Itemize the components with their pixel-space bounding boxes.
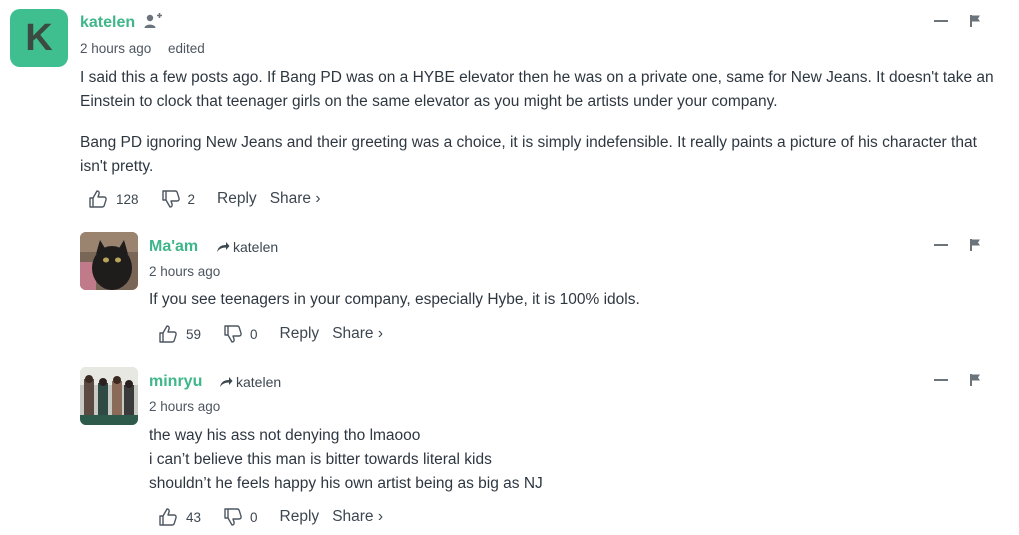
thumbs-up-icon (89, 190, 107, 208)
comment-actions: 59 0 Reply Share › (158, 324, 383, 344)
comment-line: i can’t believe this man is bitter towar… (149, 451, 492, 468)
thumbs-down-icon (224, 325, 242, 343)
comment-paragraph: Bang PD ignoring New Jeans and their gre… (80, 134, 977, 175)
reply-to[interactable]: katelen (216, 239, 278, 255)
comment-controls (934, 238, 982, 252)
thumbs-down-icon (224, 508, 242, 526)
reply-to-user: katelen (233, 239, 279, 255)
comment-actions: 43 0 Reply Share › (158, 507, 383, 527)
comment-actions: 128 2 Reply Share › (88, 189, 321, 209)
upvote-count: 43 (186, 509, 202, 525)
downvote-button[interactable]: 2 (161, 189, 196, 209)
reply-arrow-icon (220, 377, 233, 387)
downvote-count: 0 (250, 509, 258, 525)
edited-label: edited (168, 41, 205, 56)
downvote-button[interactable]: 0 (223, 324, 258, 344)
avatar[interactable]: K (10, 9, 68, 67)
downvote-button[interactable]: 0 (223, 507, 258, 527)
comment-line: the way his ass not denying tho lmaooo (149, 427, 421, 444)
downvote-count: 2 (187, 191, 196, 207)
upvote-button[interactable]: 43 (158, 507, 201, 527)
share-button[interactable]: Share › (332, 508, 383, 526)
upvote-count: 128 (116, 191, 139, 207)
comment-body: I said this a few posts ago. If Bang PD … (80, 66, 1005, 179)
flag-icon[interactable] (970, 373, 982, 387)
reply-button[interactable]: Reply (280, 508, 320, 526)
comment-line: shouldn’t he feels happy his own artist … (149, 475, 543, 492)
comment-body: If you see teenagers in your company, es… (149, 288, 999, 312)
collapse-icon[interactable] (934, 379, 948, 381)
comment-controls (934, 373, 982, 387)
flag-icon[interactable] (970, 14, 982, 28)
author-name[interactable]: Ma'am (149, 238, 198, 256)
upvote-count: 59 (186, 326, 202, 342)
reply-to[interactable]: katelen (219, 374, 281, 390)
reply-button[interactable]: Reply (280, 325, 320, 343)
timestamp[interactable]: 2 hours ago (80, 41, 151, 56)
follow-user-icon[interactable] (143, 12, 163, 35)
comment-paragraph: I said this a few posts ago. If Bang PD … (80, 69, 994, 110)
collapse-icon[interactable] (934, 244, 948, 246)
thumbs-down-icon (161, 190, 180, 208)
avatar[interactable] (80, 232, 138, 290)
timestamp[interactable]: 2 hours ago (149, 264, 220, 279)
comment-line: If you see teenagers in your company, es… (149, 291, 640, 308)
timestamp[interactable]: 2 hours ago (149, 399, 220, 414)
avatar[interactable] (80, 367, 138, 425)
collapse-icon[interactable] (934, 20, 948, 22)
author-name[interactable]: minryu (149, 373, 202, 391)
reply-to-user: katelen (236, 374, 282, 390)
reply-arrow-icon (217, 242, 230, 252)
upvote-button[interactable]: 128 (88, 189, 139, 209)
comment-body: the way his ass not denying tho lmaooo i… (149, 424, 999, 496)
avatar-letter: K (25, 16, 53, 59)
upvote-button[interactable]: 59 (158, 324, 201, 344)
comment-controls (934, 14, 982, 28)
thumbs-up-icon (159, 508, 177, 526)
flag-icon[interactable] (970, 238, 982, 252)
author-name[interactable]: katelen (80, 14, 135, 32)
share-button[interactable]: Share › (270, 190, 321, 208)
share-button[interactable]: Share › (332, 325, 383, 343)
downvote-count: 0 (250, 326, 258, 342)
thumbs-up-icon (159, 325, 177, 343)
reply-button[interactable]: Reply (217, 190, 257, 208)
